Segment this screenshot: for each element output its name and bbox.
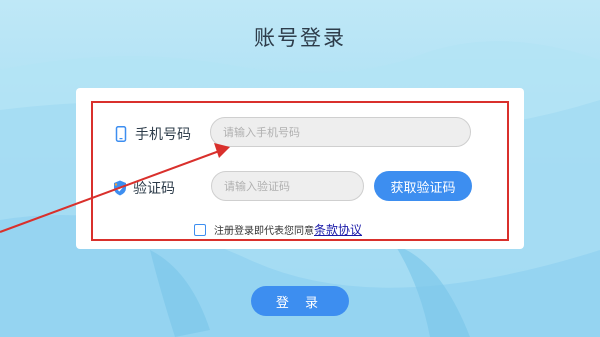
login-button[interactable]: 登 录 [251,286,349,316]
highlight-box [91,101,509,241]
page-title: 账号登录 [254,26,346,50]
